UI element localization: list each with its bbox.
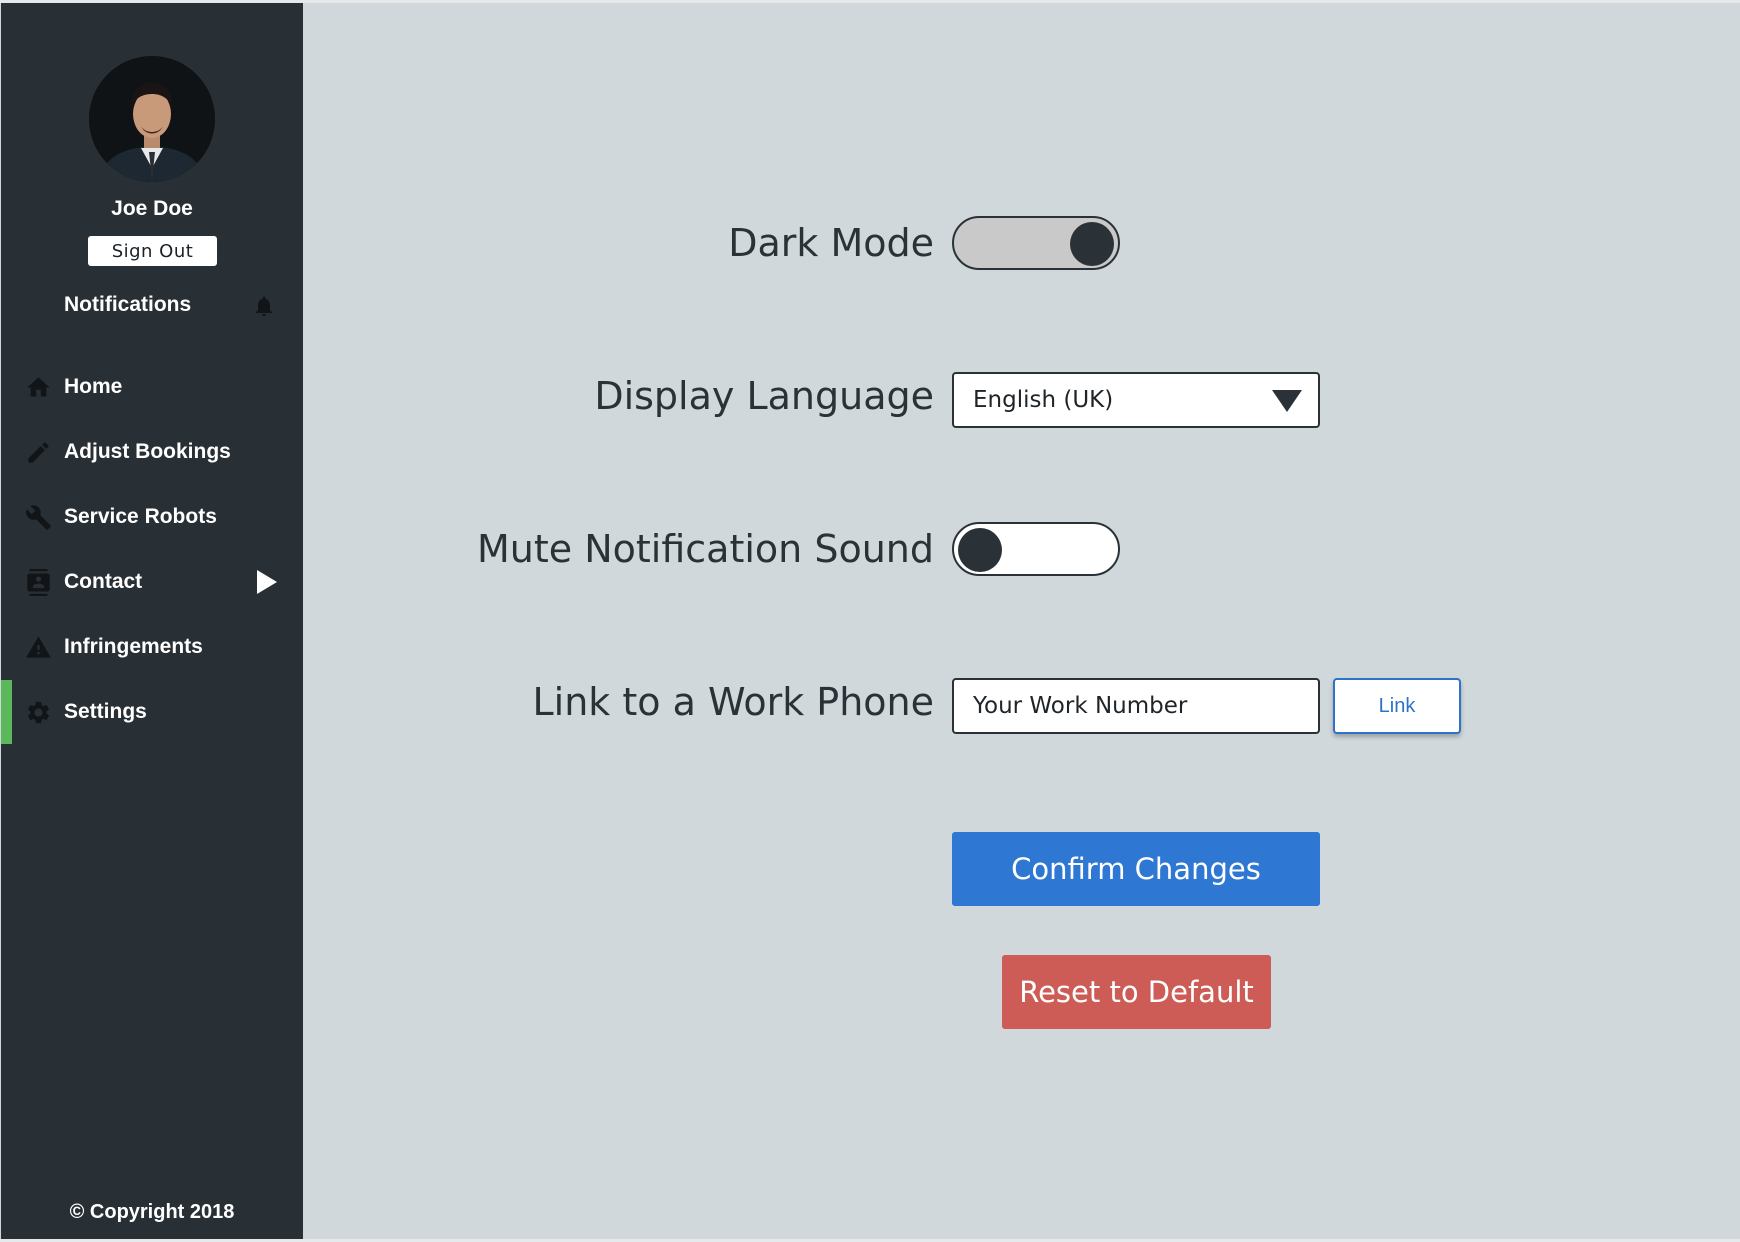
dark-mode-toggle[interactable] [952,216,1120,270]
notifications-row[interactable]: Notifications [64,291,284,321]
sidebar: Joe Doe Sign Out Notifications Home Adju… [1,3,303,1239]
work-phone-input[interactable] [952,678,1320,734]
toggle-knob [1070,222,1114,266]
caret-down-icon [1272,390,1302,412]
gear-icon [27,701,50,724]
wrench-icon [26,505,51,530]
sidebar-item-label: Home [64,375,123,398]
contact-icon [27,569,50,596]
bell-icon[interactable] [252,294,276,318]
copyright: © Copyright 2018 [69,1201,235,1223]
sidebar-item-label: Adjust Bookings [64,440,231,463]
sidebar-item-label: Contact [64,570,143,593]
reset-to-default-button[interactable]: Reset to Default [1002,955,1271,1029]
sidebar-item-settings[interactable]: Settings [1,680,303,744]
warning-icon [26,636,51,658]
language-select-value: English (UK) [973,387,1114,413]
confirm-changes-button[interactable]: Confirm Changes [952,832,1320,906]
mute-sound-toggle[interactable] [952,522,1120,576]
chevron-right-icon[interactable] [255,568,279,596]
display-language-label: Display Language [594,374,934,418]
sidebar-item-service-robots[interactable]: Service Robots [1,491,303,543]
sidebar-item-label: Service Robots [64,505,217,528]
user-name: Joe Doe [111,197,193,220]
home-icon [27,377,50,397]
notifications-label: Notifications [64,293,192,316]
toggle-knob [958,528,1002,572]
link-phone-button[interactable]: Link [1333,678,1461,734]
sidebar-item-home[interactable]: Home [1,361,303,413]
dark-mode-label: Dark Mode [728,221,934,265]
sidebar-item-adjust-bookings[interactable]: Adjust Bookings [1,426,303,478]
sidebar-item-infringements[interactable]: Infringements [1,621,303,673]
sign-out-button[interactable]: Sign Out [88,236,217,266]
mute-sound-label: Mute Notification Sound [476,527,934,571]
sidebar-item-label: Settings [64,700,147,723]
app-frame: Joe Doe Sign Out Notifications Home Adju… [0,3,1740,1239]
sidebar-item-contact[interactable]: Contact [1,556,303,608]
work-phone-label: Link to a Work Phone [532,680,934,724]
language-select[interactable]: English (UK) [952,372,1320,428]
avatar [89,56,215,182]
pencil-icon [28,442,49,463]
sidebar-item-label: Infringements [64,635,203,658]
